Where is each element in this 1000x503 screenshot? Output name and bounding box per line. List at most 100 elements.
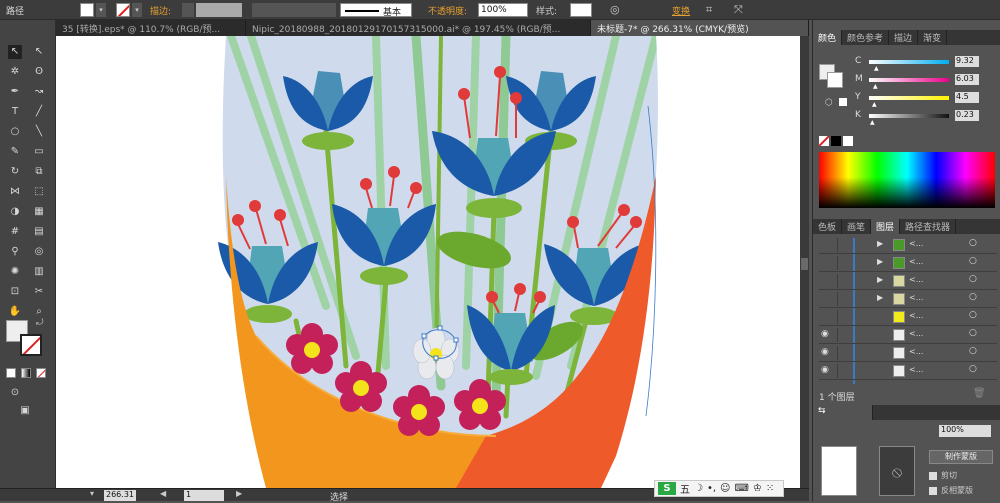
shape-builder-tool-icon[interactable]: ◑	[8, 205, 22, 219]
scrollbar-thumb[interactable]	[801, 258, 808, 270]
make-mask-button[interactable]: 制作蒙版	[929, 450, 993, 464]
tab-brushes[interactable]: 画笔	[842, 219, 872, 234]
style-swatch[interactable]	[570, 3, 592, 17]
variable-width-field[interactable]	[252, 3, 336, 17]
layer-name[interactable]: <...	[909, 311, 923, 320]
paintbrush-tool-icon[interactable]: ╲	[32, 125, 46, 139]
invert-mask-checkbox[interactable]	[929, 487, 937, 495]
stroke-width-stepper[interactable]	[182, 3, 194, 17]
screen-mode-icon[interactable]: ▣	[18, 404, 32, 418]
stroke-width-field[interactable]	[196, 3, 242, 17]
white-swatch[interactable]	[843, 136, 853, 146]
expand-arrow-icon[interactable]: ▶	[877, 257, 883, 266]
lock-toggle[interactable]	[837, 346, 849, 360]
tab-swatches[interactable]: 色板	[813, 219, 843, 234]
ellipse-tool-icon[interactable]: ○	[8, 125, 22, 139]
lock-toggle[interactable]	[837, 328, 849, 342]
layer-row[interactable]: ▶ <... ○	[819, 274, 997, 290]
lock-toggle[interactable]	[837, 256, 849, 270]
layer-row[interactable]: <... ○	[819, 310, 997, 326]
lock-toggle[interactable]	[837, 364, 849, 378]
none-swatch[interactable]	[819, 136, 829, 146]
lock-toggle[interactable]	[837, 292, 849, 306]
expand-arrow-icon[interactable]: ▶	[877, 275, 883, 284]
pencil-tool-icon[interactable]: ✎	[8, 145, 22, 159]
layer-name[interactable]: <...	[909, 257, 923, 266]
mask-slot[interactable]: ⦸	[879, 446, 915, 496]
ime-shirt-icon[interactable]: ♔	[753, 483, 762, 494]
tab-gradient[interactable]: 渐变	[918, 30, 948, 45]
color-spectrum[interactable]	[819, 152, 995, 208]
layer-name[interactable]: <...	[909, 239, 923, 248]
zoom-field[interactable]: 266.31	[104, 490, 136, 501]
ime-toolbar[interactable]: S 五 ☽ •, ☺ ⌨ ♔ ⁙	[654, 480, 784, 497]
curvature-tool-icon[interactable]: ↝	[32, 85, 46, 99]
channel-m-slider[interactable]	[869, 78, 949, 82]
vertical-scrollbar[interactable]	[800, 36, 809, 488]
target-circle-icon[interactable]: ○	[969, 364, 977, 374]
channel-k-thumb[interactable]: ▲	[870, 119, 875, 126]
lock-toggle[interactable]	[837, 310, 849, 324]
ime-moon-icon[interactable]: ☽	[694, 483, 703, 494]
black-swatch[interactable]	[831, 136, 841, 146]
channel-k-slider[interactable]	[869, 114, 949, 118]
visibility-eye-icon[interactable]	[821, 311, 833, 323]
gradient-tool-icon[interactable]: ▤	[32, 225, 46, 239]
lasso-tool-icon[interactable]: ʘ	[32, 65, 46, 79]
ime-smile-icon[interactable]: ☺	[720, 483, 730, 494]
channel-c-thumb[interactable]: ▲	[874, 65, 879, 72]
stroke-swatch[interactable]	[116, 3, 130, 17]
blend-tool-icon[interactable]: ◎	[32, 245, 46, 259]
lock-toggle[interactable]	[837, 274, 849, 288]
none-mode-icon[interactable]	[36, 368, 46, 378]
magic-wand-tool-icon[interactable]: ✲	[8, 65, 22, 79]
transparency-opacity-field[interactable]: 100%	[939, 425, 991, 437]
ime-punct-icon[interactable]: •,	[707, 483, 716, 494]
rotate-tool-icon[interactable]: ↻	[8, 165, 22, 179]
tab-color-guide[interactable]: 颜色参考	[842, 30, 890, 45]
layer-row[interactable]: ▶ <... ○	[819, 256, 997, 272]
doc-tab-1[interactable]: 35 [转换].eps* @ 110.7% (RGB/预...	[56, 20, 246, 36]
ime-grid-icon[interactable]: ⁙	[766, 483, 774, 494]
channel-m-thumb[interactable]: ▲	[873, 83, 878, 90]
channel-y-slider[interactable]	[869, 96, 949, 100]
target-circle-icon[interactable]: ○	[969, 256, 977, 266]
mesh-tool-icon[interactable]: #	[8, 225, 22, 239]
tab-stroke[interactable]: 描边	[889, 30, 919, 45]
line-tool-icon[interactable]: ╱	[32, 105, 46, 119]
type-tool-icon[interactable]: T	[8, 105, 22, 119]
target-circle-icon[interactable]: ○	[969, 274, 977, 284]
expand-arrow-icon[interactable]: ▶	[877, 239, 883, 248]
target-circle-icon[interactable]: ○	[969, 346, 977, 356]
artboard-tool-icon[interactable]: ⊡	[8, 285, 22, 299]
width-tool-icon[interactable]: ⋈	[8, 185, 22, 199]
layer-row[interactable]: ◉ <... ○	[819, 346, 997, 362]
artboard-canvas[interactable]	[56, 36, 800, 488]
next-artboard-icon[interactable]: ▶	[236, 489, 242, 498]
swap-fill-stroke-icon[interactable]: ⤾	[36, 318, 44, 328]
hand-tool-icon[interactable]: ✋	[8, 305, 22, 319]
direct-selection-tool-icon[interactable]: ↖	[32, 45, 46, 59]
tab-transparency[interactable]: ⇆	[813, 405, 873, 420]
ime-keyboard-icon[interactable]: ⌨	[734, 483, 748, 494]
symbol-sprayer-tool-icon[interactable]: ✺	[8, 265, 22, 279]
free-transform-tool-icon[interactable]: ⬚	[32, 185, 46, 199]
align-icon[interactable]: ⌗	[706, 3, 712, 17]
tab-layers[interactable]: 图层	[871, 219, 901, 234]
target-circle-icon[interactable]: ○	[969, 292, 977, 302]
selection-tool-icon[interactable]: ↖	[8, 45, 22, 59]
zoom-dropdown-icon[interactable]: ▾	[90, 489, 94, 498]
isolate-icon[interactable]: ⤧	[734, 3, 743, 17]
channel-y-thumb[interactable]: ▲	[872, 101, 877, 108]
lock-toggle[interactable]	[837, 238, 849, 252]
draw-mode-icon[interactable]: ⊙	[8, 386, 22, 400]
slice-tool-icon[interactable]: ✂	[32, 285, 46, 299]
color-mode-icon[interactable]	[6, 368, 16, 378]
column-graph-tool-icon[interactable]: ▥	[32, 265, 46, 279]
channel-y-field[interactable]: 4.5	[955, 92, 979, 103]
channel-k-field[interactable]: 0.23	[955, 110, 979, 121]
eyedropper-tool-icon[interactable]: ⚲	[8, 245, 22, 259]
visibility-eye-icon[interactable]	[821, 239, 833, 251]
layer-row[interactable]: ◉ <... ○	[819, 364, 997, 380]
prev-artboard-icon[interactable]: ◀	[160, 489, 166, 498]
